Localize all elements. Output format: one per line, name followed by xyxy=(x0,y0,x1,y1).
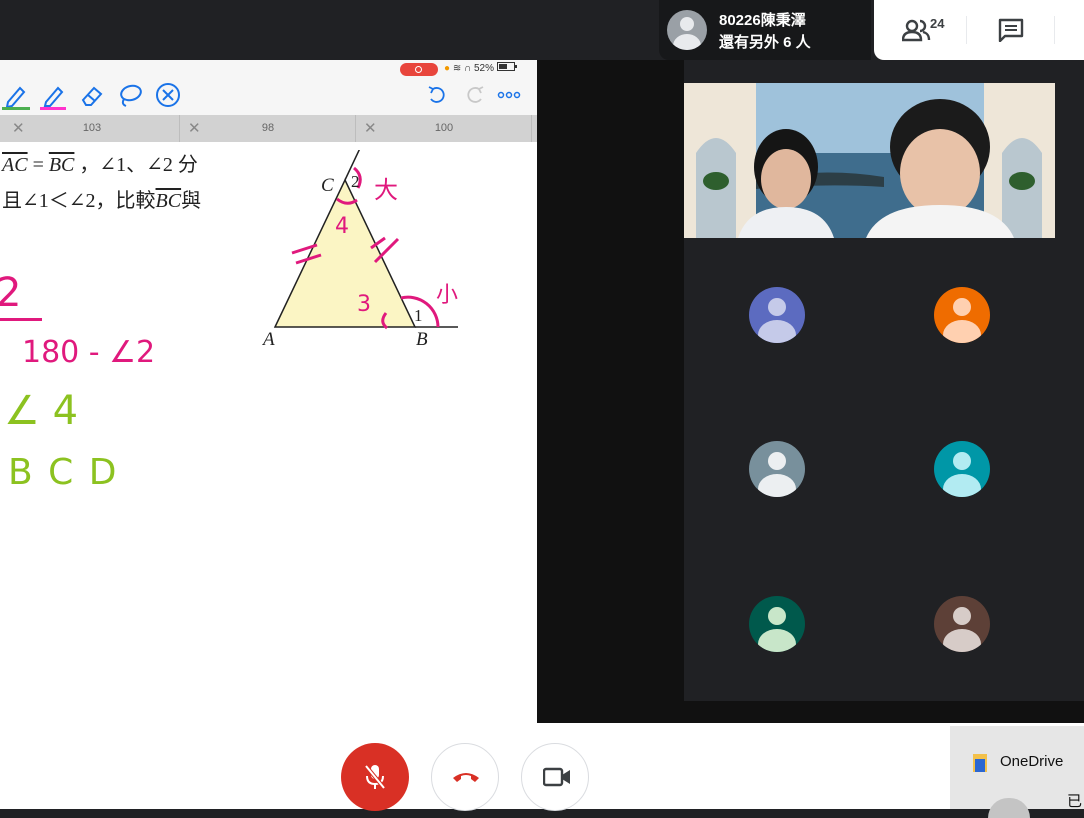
onedrive-notification[interactable]: OneDrive 已 xyxy=(950,726,1084,818)
dot-icon: ● xyxy=(444,63,451,74)
shared-screen[interactable]: ● ≋ ∩ 52% ✕ 103 ✕ 98 ✕ 100 AC = BC ，∠1、∠… xyxy=(0,60,537,723)
gallery-spacer xyxy=(537,60,684,723)
onedrive-label: OneDrive xyxy=(1000,753,1064,770)
people-button[interactable]: 24 xyxy=(896,12,952,48)
vertex-label-c: C xyxy=(321,175,334,196)
video-feed xyxy=(684,83,1055,238)
other-participants-text: 還有另外 6 人 xyxy=(719,34,811,51)
problem-text-line-2: 且∠1＜∠2，比較BC與 xyxy=(2,190,202,212)
handwriting-angle-3: 3 xyxy=(357,292,371,317)
participant-tile-4[interactable] xyxy=(934,441,990,497)
recording-indicator xyxy=(400,63,438,76)
headphone-icon: ∩ xyxy=(464,63,472,74)
vertex-label-a: A xyxy=(263,329,275,350)
pen-tool-icon[interactable] xyxy=(2,82,30,110)
mic-off-icon xyxy=(364,764,386,790)
handwriting-line-b: 180 - ∠2 xyxy=(22,335,156,370)
handwriting-big: 大 xyxy=(374,176,398,204)
presenter-chip[interactable]: 80226陳秉澤 還有另外 6 人 xyxy=(659,0,871,60)
more-icon[interactable] xyxy=(497,90,521,100)
redo-icon[interactable] xyxy=(464,84,486,106)
page-tab[interactable]: ✕ 98 xyxy=(180,115,356,142)
chat-icon xyxy=(998,18,1024,42)
eraser-tool-icon[interactable] xyxy=(78,82,106,108)
whiteboard-page[interactable]: AC = BC ，∠1、∠2 分 且∠1＜∠2，比較BC與 A B C 1 2 … xyxy=(0,142,537,723)
participant-gallery xyxy=(684,60,1084,701)
highlighter-tool-icon[interactable] xyxy=(38,82,68,110)
notification-text: 已 xyxy=(1067,793,1083,810)
wifi-icon: ≋ xyxy=(452,63,462,74)
device-status-bar: ● ≋ ∩ 52% xyxy=(400,62,537,76)
clear-tool-icon[interactable] xyxy=(154,81,182,109)
whiteboard-toolbar: ● ≋ ∩ 52% xyxy=(0,60,537,115)
participant-count: 24 xyxy=(930,16,945,31)
presenter-name: 80226陳秉澤 xyxy=(719,12,806,29)
page-tab[interactable]: ✕ 100 xyxy=(356,115,532,142)
video-tile[interactable] xyxy=(684,83,1055,238)
triangle-figure xyxy=(273,150,458,330)
handwriting-underline xyxy=(0,318,42,321)
people-icon xyxy=(902,19,931,42)
hang-up-icon xyxy=(453,773,479,782)
chat-button[interactable] xyxy=(988,12,1032,48)
presenter-avatar xyxy=(667,10,707,50)
handwriting-angle-4: 4 xyxy=(335,214,349,239)
notification-avatar xyxy=(988,798,1030,818)
participant-tile-3[interactable] xyxy=(749,441,805,497)
handwriting-line-d: B C D xyxy=(8,452,119,493)
gallery-bottom-gap xyxy=(537,701,1084,723)
angle-label-1: 1 xyxy=(414,306,423,325)
handwriting-small: 小 xyxy=(436,283,459,308)
onedrive-icon xyxy=(973,754,987,772)
undo-icon[interactable] xyxy=(426,84,448,106)
page-tab[interactable]: ✕ 103 xyxy=(4,115,180,142)
participant-tile-6[interactable] xyxy=(934,596,990,652)
handwriting-line-a: 2 xyxy=(0,270,22,316)
battery-icon xyxy=(496,62,517,71)
participant-tile-2[interactable] xyxy=(934,287,990,343)
microphone-toggle-button[interactable] xyxy=(341,743,409,811)
lasso-tool-icon[interactable] xyxy=(116,82,144,108)
call-controls-bar: OneDrive 已 xyxy=(0,723,1084,818)
battery-percent: 52% xyxy=(473,63,494,74)
leave-call-button[interactable] xyxy=(431,743,499,811)
top-right-panel: 24 xyxy=(874,0,1084,60)
participant-tile-1[interactable] xyxy=(749,287,805,343)
vertex-label-b: B xyxy=(416,329,428,350)
camera-toggle-button[interactable] xyxy=(521,743,589,811)
handwriting-line-c: ∠ 4 xyxy=(4,388,79,434)
camera-icon xyxy=(543,767,570,787)
problem-text-line-1: AC = BC ，∠1、∠2 分 xyxy=(2,154,198,176)
participant-tile-5[interactable] xyxy=(749,596,805,652)
page-tabs: ✕ 103 ✕ 98 ✕ 100 xyxy=(0,115,537,142)
angle-label-2: 2 xyxy=(351,172,360,191)
